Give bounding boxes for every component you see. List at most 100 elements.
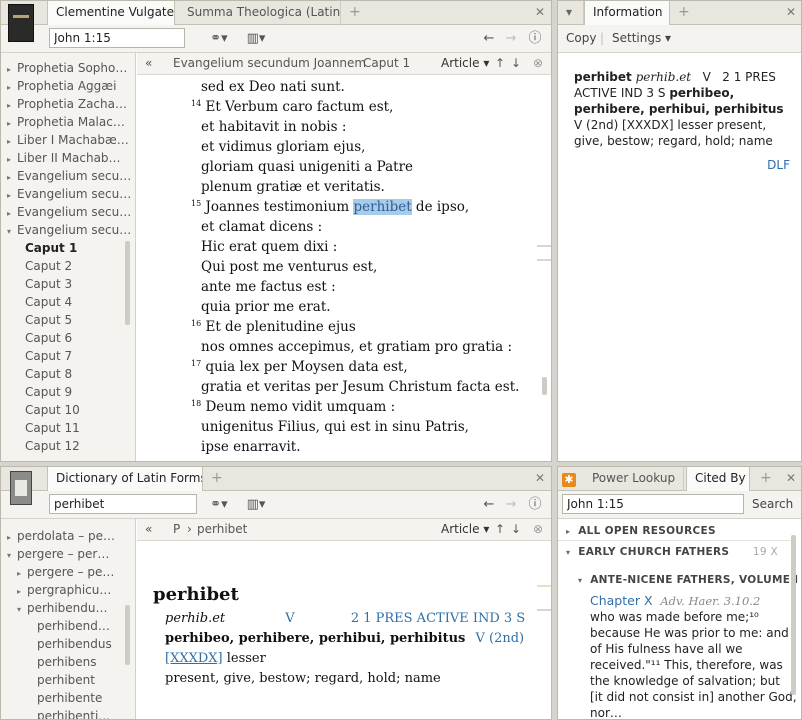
highlighted-word[interactable]: perhibet bbox=[353, 199, 412, 215]
sidebar-item[interactable]: perhibenti… bbox=[7, 707, 135, 719]
breadcrumb-book[interactable]: Evangelium secundum Joannem bbox=[173, 53, 366, 74]
verse-number[interactable]: 17 bbox=[191, 359, 201, 368]
sidebar-item[interactable]: ▸ pergere – pe… bbox=[7, 563, 135, 581]
close-panel-icon[interactable]: ⊗ bbox=[533, 53, 543, 74]
tab-summa-theologica[interactable]: Summa Theologica (Latin) bbox=[179, 1, 341, 25]
entry-code[interactable]: [XXXDX] bbox=[165, 651, 223, 666]
sidebar-item[interactable]: ▸ pergraphicu… bbox=[7, 581, 135, 599]
close-icon[interactable]: ✕ bbox=[535, 1, 545, 25]
breadcrumb-word[interactable]: perhibet bbox=[197, 519, 247, 540]
sidebar-item[interactable]: Caput 6 bbox=[7, 329, 135, 347]
sidebar-item[interactable]: Caput 8 bbox=[7, 365, 135, 383]
collapse-arrow-icon[interactable]: ▾ bbox=[7, 547, 17, 563]
verse-number[interactable]: 16 bbox=[191, 319, 201, 328]
sidebar-item[interactable]: ▸ Prophetia Zacha… bbox=[7, 95, 135, 113]
sidebar-item[interactable]: ▸ perdolata – pe… bbox=[7, 527, 135, 545]
reference-input[interactable] bbox=[49, 28, 185, 48]
sidebar-item[interactable]: perhibente bbox=[7, 689, 135, 707]
expand-arrow-icon[interactable]: ▸ bbox=[7, 205, 17, 221]
tab-cited-by[interactable]: Cited By bbox=[686, 467, 750, 492]
entry-parse[interactable]: 2 1 PRES ACTIVE IND 3 S bbox=[351, 611, 525, 626]
up-arrow-icon[interactable]: ↑ bbox=[495, 519, 505, 540]
sidebar-item[interactable]: Caput 1 bbox=[7, 239, 135, 257]
parallel-resources-icon[interactable]: ⚭▾ bbox=[205, 25, 233, 53]
sidebar-item[interactable]: ▸ Evangelium secu… bbox=[7, 185, 135, 203]
search-button[interactable]: Search bbox=[752, 494, 793, 514]
add-tab-icon[interactable]: + bbox=[678, 1, 690, 25]
expand-arrow-icon[interactable]: ▸ bbox=[7, 169, 17, 185]
sidebar-item[interactable]: Caput 5 bbox=[7, 311, 135, 329]
sidebar-scrollbar[interactable] bbox=[125, 241, 130, 325]
settings-button[interactable]: Settings ▾ bbox=[612, 28, 671, 48]
add-tab-icon[interactable]: + bbox=[760, 467, 772, 491]
tab-clementine-vulgate[interactable]: Clementine Vulgate bbox=[47, 1, 175, 26]
sidebar-item[interactable]: ▸ Liber II Machab… bbox=[7, 149, 135, 167]
collapse-sidebar-icon[interactable]: « bbox=[145, 519, 152, 540]
tab-dictionary-latin-forms[interactable]: Dictionary of Latin Forms bbox=[47, 467, 203, 492]
entry-pos[interactable]: V bbox=[285, 611, 294, 626]
sidebar-item[interactable]: ▸ Evangelium secu… bbox=[7, 203, 135, 221]
forward-arrow-icon[interactable]: → bbox=[503, 25, 519, 53]
sidebar-item[interactable]: ▸ Prophetia Aggæi bbox=[7, 77, 135, 95]
collapse-sidebar-icon[interactable]: « bbox=[145, 53, 152, 74]
info-icon[interactable]: ⓘ bbox=[525, 25, 545, 53]
sidebar-item[interactable]: ▸ Prophetia Malac… bbox=[7, 113, 135, 131]
expand-arrow-icon[interactable]: ▸ bbox=[7, 529, 17, 545]
down-arrow-icon[interactable]: ↓ bbox=[511, 519, 521, 540]
sidebar-item[interactable]: perhibens bbox=[7, 653, 135, 671]
expand-arrow-icon[interactable]: ▸ bbox=[7, 151, 17, 167]
sidebar-item[interactable]: Caput 11 bbox=[7, 419, 135, 437]
sidebar-item[interactable]: ▾ Evangelium secu… bbox=[7, 221, 135, 239]
copy-button[interactable]: Copy bbox=[566, 28, 596, 48]
volume-toggle[interactable]: ▾ ANTE-NICENE FATHERS, VOLUME I bbox=[558, 569, 798, 591]
close-icon[interactable]: ✕ bbox=[535, 467, 545, 491]
sidebar-item[interactable]: ▸ Liber I Machabæ… bbox=[7, 131, 135, 149]
entry-conj[interactable]: V (2nd) bbox=[476, 631, 525, 646]
sidebar-item[interactable]: ▸ Prophetia Sopho… bbox=[7, 59, 135, 77]
chapter-link[interactable]: Chapter X bbox=[590, 593, 653, 608]
close-icon[interactable]: ✕ bbox=[786, 467, 796, 491]
collapse-arrow-icon[interactable]: ▾ bbox=[17, 601, 27, 617]
sidebar-item[interactable]: perhibendus bbox=[7, 635, 135, 653]
collapse-arrow-icon[interactable]: ▾ bbox=[7, 223, 17, 239]
expand-arrow-icon[interactable]: ▸ bbox=[17, 565, 27, 581]
sidebar-item[interactable]: perhibend… bbox=[7, 617, 135, 635]
tab-information[interactable]: Information bbox=[584, 1, 670, 26]
cited-scrollbar[interactable] bbox=[791, 535, 796, 695]
article-dropdown[interactable]: Article ▾ bbox=[441, 519, 489, 540]
dictionary-search-input[interactable] bbox=[49, 494, 197, 514]
sidebar-item[interactable]: Caput 2 bbox=[7, 257, 135, 275]
all-open-resources-toggle[interactable]: ▸ ALL OPEN RESOURCES bbox=[558, 521, 790, 541]
expand-arrow-icon[interactable]: ▸ bbox=[17, 583, 27, 599]
close-icon[interactable]: ✕ bbox=[786, 1, 796, 25]
expand-arrow-icon[interactable]: ▸ bbox=[7, 115, 17, 131]
close-panel-icon[interactable]: ⊗ bbox=[533, 519, 543, 540]
sidebar-item[interactable]: ▾ perhibendu… bbox=[7, 599, 135, 617]
verse-number[interactable]: 15 bbox=[191, 199, 201, 208]
back-arrow-icon[interactable]: ← bbox=[481, 491, 497, 519]
sidebar-item[interactable]: Caput 9 bbox=[7, 383, 135, 401]
add-tab-icon[interactable]: + bbox=[349, 1, 361, 25]
article-dropdown[interactable]: Article ▾ bbox=[441, 53, 489, 74]
verse-number[interactable]: 14 bbox=[191, 99, 201, 108]
panel-menu-icon[interactable]: ▾ bbox=[558, 1, 584, 25]
down-arrow-icon[interactable]: ↓ bbox=[511, 53, 521, 74]
sidebar-item[interactable]: Caput 3 bbox=[7, 275, 135, 293]
expand-arrow-icon[interactable]: ▸ bbox=[7, 133, 17, 149]
cited-reference-input[interactable] bbox=[562, 494, 744, 514]
parallel-resources-icon[interactable]: ⚭▾ bbox=[205, 491, 233, 519]
layout-icon[interactable]: ▥▾ bbox=[243, 491, 269, 519]
expand-arrow-icon[interactable]: ▸ bbox=[7, 79, 17, 95]
dlf-source-link[interactable]: DLF bbox=[767, 158, 790, 172]
verse-number[interactable]: 18 bbox=[191, 399, 201, 408]
sidebar-item[interactable]: ▾ pergere – per… bbox=[7, 545, 135, 563]
tab-power-lookup[interactable]: Power Lookup bbox=[584, 467, 684, 491]
expand-arrow-icon[interactable]: ▸ bbox=[7, 61, 17, 77]
expand-arrow-icon[interactable]: ▸ bbox=[7, 187, 17, 203]
sidebar-item[interactable]: Caput 4 bbox=[7, 293, 135, 311]
forward-arrow-icon[interactable]: → bbox=[503, 491, 519, 519]
sidebar-item[interactable]: Caput 7 bbox=[7, 347, 135, 365]
early-church-fathers-toggle[interactable]: ▾ EARLY CHURCH FATHERS 19 X bbox=[558, 541, 790, 563]
sidebar-item[interactable]: ▸ Evangelium secu… bbox=[7, 167, 135, 185]
sidebar-item[interactable]: perhibent bbox=[7, 671, 135, 689]
